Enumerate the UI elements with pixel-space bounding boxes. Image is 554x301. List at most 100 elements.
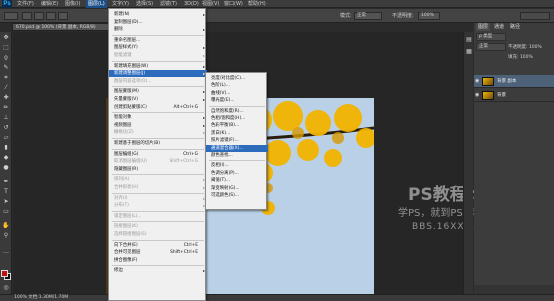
menu-item[interactable]: 曲线(V)...: [206, 90, 268, 97]
crop-tool-icon[interactable]: ⌗: [2, 74, 10, 82]
eraser-tool-icon[interactable]: ▱: [2, 134, 10, 142]
blend-mode-select[interactable]: 正常: [476, 43, 506, 51]
hand-tool-icon[interactable]: ✋: [2, 222, 10, 230]
quick-mask-icon[interactable]: ◎: [2, 284, 10, 292]
pen-tool-icon[interactable]: ✒: [2, 178, 10, 186]
history-panel-icon[interactable]: ▤: [465, 36, 473, 44]
menu-item[interactable]: 自然饱和度(R)...: [206, 108, 268, 115]
menu-item[interactable]: 图层蒙版(M) ▸: [109, 88, 207, 95]
menu-help[interactable]: 帮助(H): [246, 0, 268, 8]
menu-item[interactable]: 可选颜色(S)...: [206, 192, 268, 199]
menu-item[interactable]: 链接图层(K): [109, 223, 207, 230]
new-selection-icon[interactable]: [22, 12, 32, 20]
menu-item[interactable]: 新建填充图层(W) ▸: [109, 63, 207, 70]
blur-tool-icon[interactable]: ◆: [2, 154, 10, 162]
healing-tool-icon[interactable]: ✚: [2, 94, 10, 102]
history-brush-tool-icon[interactable]: ↺: [2, 124, 10, 132]
menu-item[interactable]: 智能滤镜 ▸: [109, 52, 207, 59]
marquee-tool-icon[interactable]: ⬚: [2, 44, 10, 52]
menu-item[interactable]: 色相/饱和度(H)...: [206, 115, 268, 122]
menu-item[interactable]: 颜色查找...: [206, 152, 268, 159]
menu-item[interactable]: 新建(N) ▸: [109, 11, 207, 18]
menu-item[interactable]: 重命名图层...: [109, 37, 207, 44]
layer-fill[interactable]: 填充: 100%: [508, 54, 533, 60]
menu-item[interactable]: 合并可见图层 Shift+Ctrl+E: [109, 249, 207, 256]
menu-item[interactable]: 取消图层编组(U) Shift+Ctrl+G: [109, 158, 207, 165]
menu-item[interactable]: 拼合图像(F): [109, 257, 207, 264]
menu-select[interactable]: 选择(S): [134, 0, 155, 8]
menu-item[interactable]: 隐藏图层(R): [109, 166, 207, 173]
mode-select[interactable]: 正常: [354, 12, 382, 20]
intersect-selection-icon[interactable]: [58, 12, 68, 20]
menu-image[interactable]: 图像(I): [63, 0, 82, 8]
menu-item[interactable]: 渐变映射(G)...: [206, 185, 268, 192]
document-tab[interactable]: 670.psd @ 100% (背景 副本, RGB/8): [12, 23, 112, 31]
layer-row[interactable]: ◉ 背景: [474, 89, 554, 102]
opacity-input[interactable]: 100%: [418, 12, 440, 20]
zoom-tool-icon[interactable]: ⚲: [2, 232, 10, 240]
layer-kind-filter[interactable]: ρ 类型: [476, 33, 506, 41]
menu-item[interactable]: 图层编组(G) Ctrl+G: [109, 151, 207, 158]
menu-item[interactable]: 栅格化(Z) ▸: [109, 129, 207, 136]
menu-item[interactable]: 锁定图层(L)...: [109, 213, 207, 220]
menu-item[interactable]: 色阶(L)...: [206, 82, 268, 89]
tab-channels[interactable]: 通道: [492, 23, 506, 31]
gradient-tool-icon[interactable]: ▮: [2, 144, 10, 152]
menu-item[interactable]: 新建基于图层的切片(B): [109, 140, 207, 147]
clone-stamp-tool-icon[interactable]: ⊥: [2, 114, 10, 122]
menu-item[interactable]: 色调分离(P)...: [206, 170, 268, 177]
menu-item[interactable]: 视频图层 ▸: [109, 122, 207, 129]
layer-row[interactable]: ◉ 背景 副本: [474, 75, 554, 88]
menu-layer[interactable]: 图层(L): [86, 0, 107, 8]
layer-opacity[interactable]: 不透明度: 100%: [508, 44, 542, 50]
quick-select-tool-icon[interactable]: ✎: [2, 64, 10, 72]
menu-item[interactable]: 创建剪贴蒙版(C) Alt+Ctrl+G: [109, 104, 207, 111]
add-selection-icon[interactable]: [34, 12, 44, 20]
menu-file[interactable]: 文件(F): [15, 0, 36, 8]
subtract-selection-icon[interactable]: [46, 12, 56, 20]
menu-item[interactable]: 选择链接图层(S): [109, 231, 207, 238]
menu-item[interactable]: 对齐(I) ▸: [109, 195, 207, 202]
menu-item[interactable]: 黑白(K)...: [206, 130, 268, 137]
menu-item[interactable]: 合并形状(H) ▸: [109, 184, 207, 191]
menu-item[interactable]: 智能对象 ▸: [109, 114, 207, 121]
menu-item[interactable]: 阈值(T)...: [206, 177, 268, 184]
brush-tool-icon[interactable]: ✏: [2, 104, 10, 112]
properties-panel-icon[interactable]: ▦: [465, 48, 473, 56]
menu-item[interactable]: 色彩平衡(B)...: [206, 122, 268, 129]
menu-item[interactable]: 删除 ▸: [109, 26, 207, 33]
tab-layers[interactable]: 图层: [476, 23, 491, 31]
menu-type[interactable]: 文字(Y): [110, 0, 131, 8]
menu-item[interactable]: 反相(I)...: [206, 162, 268, 169]
menu-item[interactable]: 图层样式(Y) ▸: [109, 44, 207, 51]
menu-item[interactable]: 修边 ▸: [109, 267, 207, 274]
dodge-tool-icon[interactable]: ●: [2, 164, 10, 172]
menu-item[interactable]: 照片滤镜(F)...: [206, 137, 268, 144]
shape-tool-icon[interactable]: ▭: [2, 208, 10, 216]
visibility-eye-icon[interactable]: ◉: [475, 78, 479, 84]
path-select-tool-icon[interactable]: ➤: [2, 198, 10, 206]
menu-item[interactable]: 向下合并(E) Ctrl+E: [109, 242, 207, 249]
tool-preset-picker[interactable]: [4, 12, 18, 20]
menu-item[interactable]: 矢量蒙版(V) ▸: [109, 96, 207, 103]
menu-item[interactable]: 曝光度(E)...: [206, 97, 268, 104]
menu-item[interactable]: 通道混合器(X)...: [206, 144, 268, 152]
foreground-color-swatch[interactable]: [1, 270, 8, 277]
menu-item[interactable]: 复制图层(D)...: [109, 19, 207, 26]
menu-item[interactable]: 亮度/对比度(C)...: [206, 75, 268, 82]
menu-filter[interactable]: 滤镜(T): [158, 0, 179, 8]
visibility-eye-icon[interactable]: ◉: [475, 92, 479, 98]
menu-view[interactable]: 视图(V): [200, 0, 221, 8]
move-tool-icon[interactable]: ✥: [2, 34, 10, 42]
tab-paths[interactable]: 路径: [508, 23, 522, 31]
menu-item[interactable]: 图层内容选项(O)...: [109, 78, 207, 85]
menu-item[interactable]: 分布(T) ▸: [109, 202, 207, 209]
type-tool-icon[interactable]: T: [2, 188, 10, 196]
lasso-tool-icon[interactable]: ϙ: [2, 54, 10, 62]
menu-window[interactable]: 窗口(W): [222, 0, 245, 8]
eyedropper-tool-icon[interactable]: ⁄: [2, 84, 10, 92]
menu-3d[interactable]: 3D(D): [182, 0, 201, 8]
workspace-switcher[interactable]: [520, 12, 550, 20]
more-tools-icon[interactable]: …: [2, 248, 10, 256]
menu-edit[interactable]: 编辑(E): [39, 0, 60, 8]
